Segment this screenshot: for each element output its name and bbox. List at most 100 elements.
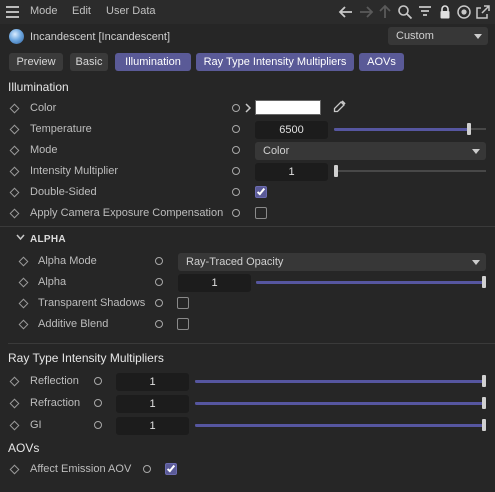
double-sided-checkbox[interactable] (255, 186, 267, 198)
color-swatch[interactable] (255, 100, 321, 115)
hamburger-menu-icon[interactable] (6, 6, 19, 18)
menu-user-data[interactable]: User Data (106, 5, 156, 17)
keyframe-diamond-icon[interactable] (18, 298, 29, 309)
menu-edit[interactable]: Edit (72, 5, 91, 17)
checkmark-icon (256, 186, 266, 196)
animation-dot-icon[interactable] (155, 320, 163, 328)
alpha-label: Alpha (38, 276, 67, 288)
animation-dot-icon[interactable] (232, 146, 240, 154)
up-arrow-icon[interactable] (377, 4, 393, 20)
intensity-slider[interactable] (334, 165, 486, 177)
section-title-ray-type: Ray Type Intensity Multipliers (8, 351, 164, 365)
keyframe-diamond-icon[interactable] (9, 187, 20, 198)
tab-ray-type-intensity-multipliers[interactable]: Ray Type Intensity Multipliers (196, 53, 354, 71)
exposure-compensation-label: Apply Camera Exposure Compensation (30, 207, 224, 219)
tab-aovs[interactable]: AOVs (359, 53, 404, 71)
animation-dot-icon[interactable] (155, 257, 163, 265)
eyedropper-icon[interactable] (332, 100, 346, 114)
tab-basic[interactable]: Basic (70, 53, 108, 71)
slider-handle[interactable] (482, 375, 486, 387)
target-icon[interactable] (456, 4, 472, 20)
refraction-label: Refraction (30, 397, 81, 409)
animation-dot-icon[interactable] (232, 104, 240, 112)
keyframe-diamond-icon[interactable] (9, 464, 20, 475)
gi-input[interactable]: 1 (116, 417, 189, 435)
affect-emission-aov-checkbox[interactable] (165, 463, 177, 475)
reflection-input[interactable]: 1 (116, 373, 189, 391)
refraction-slider[interactable] (195, 397, 486, 409)
chevron-down-icon (474, 34, 482, 39)
transparent-shadows-label: Transparent Shadows (38, 297, 146, 309)
temperature-slider[interactable] (334, 123, 486, 135)
filter-icon[interactable] (417, 4, 433, 20)
keyframe-diamond-icon[interactable] (9, 208, 20, 219)
additive-blend-checkbox[interactable] (177, 318, 189, 330)
animation-dot-icon[interactable] (94, 377, 102, 385)
keyframe-diamond-icon[interactable] (18, 319, 29, 330)
reflection-label: Reflection (30, 375, 79, 387)
exposure-compensation-checkbox[interactable] (255, 207, 267, 219)
slider-handle[interactable] (482, 397, 486, 409)
keyframe-diamond-icon[interactable] (9, 420, 20, 431)
keyframe-diamond-icon[interactable] (9, 124, 20, 135)
keyframe-diamond-icon[interactable] (18, 277, 29, 288)
search-icon[interactable] (397, 4, 413, 20)
section-title-alpha: ALPHA (30, 234, 66, 245)
animation-dot-icon[interactable] (232, 209, 240, 217)
alpha-input[interactable]: 1 (178, 274, 251, 292)
animation-dot-icon[interactable] (94, 399, 102, 407)
alpha-mode-value: Ray-Traced Opacity (186, 256, 284, 268)
tab-preview[interactable]: Preview (9, 53, 63, 71)
animation-dot-icon[interactable] (232, 188, 240, 196)
checkmark-icon (166, 463, 176, 473)
divider (8, 343, 495, 344)
slider-handle[interactable] (482, 276, 486, 288)
preset-dropdown[interactable]: Custom (388, 27, 488, 45)
transparent-shadows-checkbox[interactable] (177, 297, 189, 309)
keyframe-diamond-icon[interactable] (9, 166, 20, 177)
slider-handle[interactable] (482, 419, 486, 431)
double-sided-label: Double-Sided (30, 186, 97, 198)
forward-arrow-icon[interactable] (358, 4, 374, 20)
temperature-label: Temperature (30, 123, 92, 135)
object-name: Incandescent [Incandescent] (30, 31, 171, 43)
temperature-input[interactable]: 6500 (255, 121, 328, 139)
slider-handle[interactable] (467, 123, 471, 135)
slider-handle[interactable] (334, 165, 338, 177)
reflection-slider[interactable] (195, 375, 486, 387)
affect-emission-aov-label: Affect Emission AOV (30, 463, 132, 475)
animation-dot-icon[interactable] (94, 421, 102, 429)
intensity-input[interactable]: 1 (255, 163, 328, 181)
light-object-icon (9, 29, 24, 44)
alpha-mode-label: Alpha Mode (38, 255, 97, 267)
gi-slider[interactable] (195, 419, 486, 431)
chevron-right-icon[interactable] (244, 103, 252, 113)
gi-label: GI (30, 419, 42, 431)
lock-icon[interactable] (437, 4, 453, 20)
back-arrow-icon[interactable] (338, 4, 354, 20)
animation-dot-icon[interactable] (155, 299, 163, 307)
new-window-icon[interactable] (475, 4, 491, 20)
alpha-slider[interactable] (256, 276, 486, 288)
additive-blend-label: Additive Blend (38, 318, 109, 330)
keyframe-diamond-icon[interactable] (18, 256, 29, 267)
menu-mode[interactable]: Mode (30, 5, 58, 17)
keyframe-diamond-icon[interactable] (9, 398, 20, 409)
animation-dot-icon[interactable] (232, 167, 240, 175)
chevron-down-icon (472, 149, 480, 154)
mode-dropdown[interactable]: Color (255, 142, 486, 160)
animation-dot-icon[interactable] (232, 125, 240, 133)
keyframe-diamond-icon[interactable] (9, 376, 20, 387)
animation-dot-icon[interactable] (143, 465, 151, 473)
mode-label: Mode (30, 144, 58, 156)
section-title-illumination: Illumination (8, 80, 69, 94)
chevron-down-icon (472, 260, 480, 265)
keyframe-diamond-icon[interactable] (9, 145, 20, 156)
animation-dot-icon[interactable] (155, 278, 163, 286)
alpha-mode-dropdown[interactable]: Ray-Traced Opacity (178, 253, 486, 271)
section-title-aovs: AOVs (8, 441, 40, 455)
keyframe-diamond-icon[interactable] (9, 103, 20, 114)
refraction-input[interactable]: 1 (116, 395, 189, 413)
collapse-chevron-icon[interactable] (16, 234, 25, 241)
tab-illumination[interactable]: Illumination (115, 53, 191, 71)
